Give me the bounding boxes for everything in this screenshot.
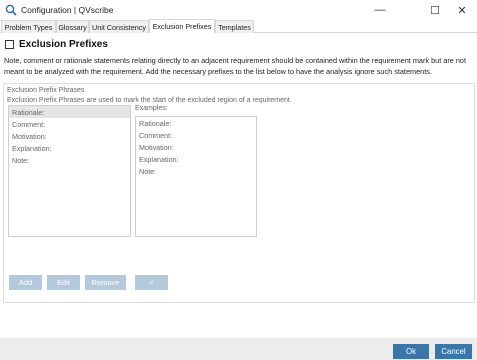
tab-unit-consistency[interactable]: Unit Consistency xyxy=(89,20,149,33)
ok-button[interactable]: Ok xyxy=(393,344,429,359)
prefix-list-item[interactable]: Rationale: xyxy=(9,106,130,118)
tab-glossary[interactable]: Glossary xyxy=(56,20,89,33)
dialog-footer: Ok Cancel xyxy=(0,338,477,360)
qvscribe-app-icon xyxy=(5,4,17,16)
example-list-item[interactable]: Motivation: xyxy=(136,141,256,153)
examples-label: Examples: xyxy=(135,105,168,112)
group-description: Exclusion Prefix Phrases are used to mar… xyxy=(7,97,292,104)
enable-checkbox[interactable] xyxy=(5,40,14,49)
tab-exclusion-prefixes[interactable]: Exclusion Prefixes xyxy=(149,19,215,33)
remove-button[interactable]: Remove xyxy=(85,275,126,290)
maximize-button[interactable]: ☐ xyxy=(420,0,450,20)
window-title: Configuration | QVscribe xyxy=(21,5,114,15)
tab-templates[interactable]: Templates xyxy=(215,20,254,33)
tab-bar: Problem Types Glossary Unit Consistency … xyxy=(0,19,477,33)
tab-content: Exclusion Prefixes Note, comment or rati… xyxy=(0,33,477,338)
copy-example-button[interactable]: < xyxy=(135,275,168,290)
minimize-button[interactable]: — xyxy=(365,0,395,20)
tab-problem-types[interactable]: Problem Types xyxy=(1,20,56,33)
title-bar: Configuration | QVscribe — ☐ ✕ xyxy=(0,0,477,20)
example-list-item[interactable]: Comment: xyxy=(136,129,256,141)
section-description: Note, comment or rationale statements re… xyxy=(4,56,466,76)
example-list-item[interactable]: Note: xyxy=(136,165,256,177)
prefix-list-item[interactable]: Comment: xyxy=(9,118,130,130)
section-heading: Exclusion Prefixes xyxy=(19,39,108,50)
prefix-list[interactable]: Rationale: Comment: Motivation: Explanat… xyxy=(8,105,131,237)
cancel-button[interactable]: Cancel xyxy=(435,344,472,359)
example-list-item[interactable]: Explanation: xyxy=(136,153,256,165)
examples-list[interactable]: Rationale: Comment: Motivation: Explanat… xyxy=(135,116,257,237)
edit-button[interactable]: Edit xyxy=(47,275,80,290)
prefix-list-item[interactable]: Explanation: xyxy=(9,142,130,154)
exclusion-prefixes-toggle[interactable]: Exclusion Prefixes xyxy=(5,39,108,50)
add-button[interactable]: Add xyxy=(9,275,42,290)
group-legend: Exclusion Prefix Phrases xyxy=(7,87,85,94)
example-list-item[interactable]: Rationale: xyxy=(136,117,256,129)
prefix-list-item[interactable]: Motivation: xyxy=(9,130,130,142)
prefix-phrases-group: Exclusion Prefix Phrases Exclusion Prefi… xyxy=(3,83,475,303)
close-button[interactable]: ✕ xyxy=(447,0,477,20)
prefix-list-item[interactable]: Note: xyxy=(9,154,130,166)
